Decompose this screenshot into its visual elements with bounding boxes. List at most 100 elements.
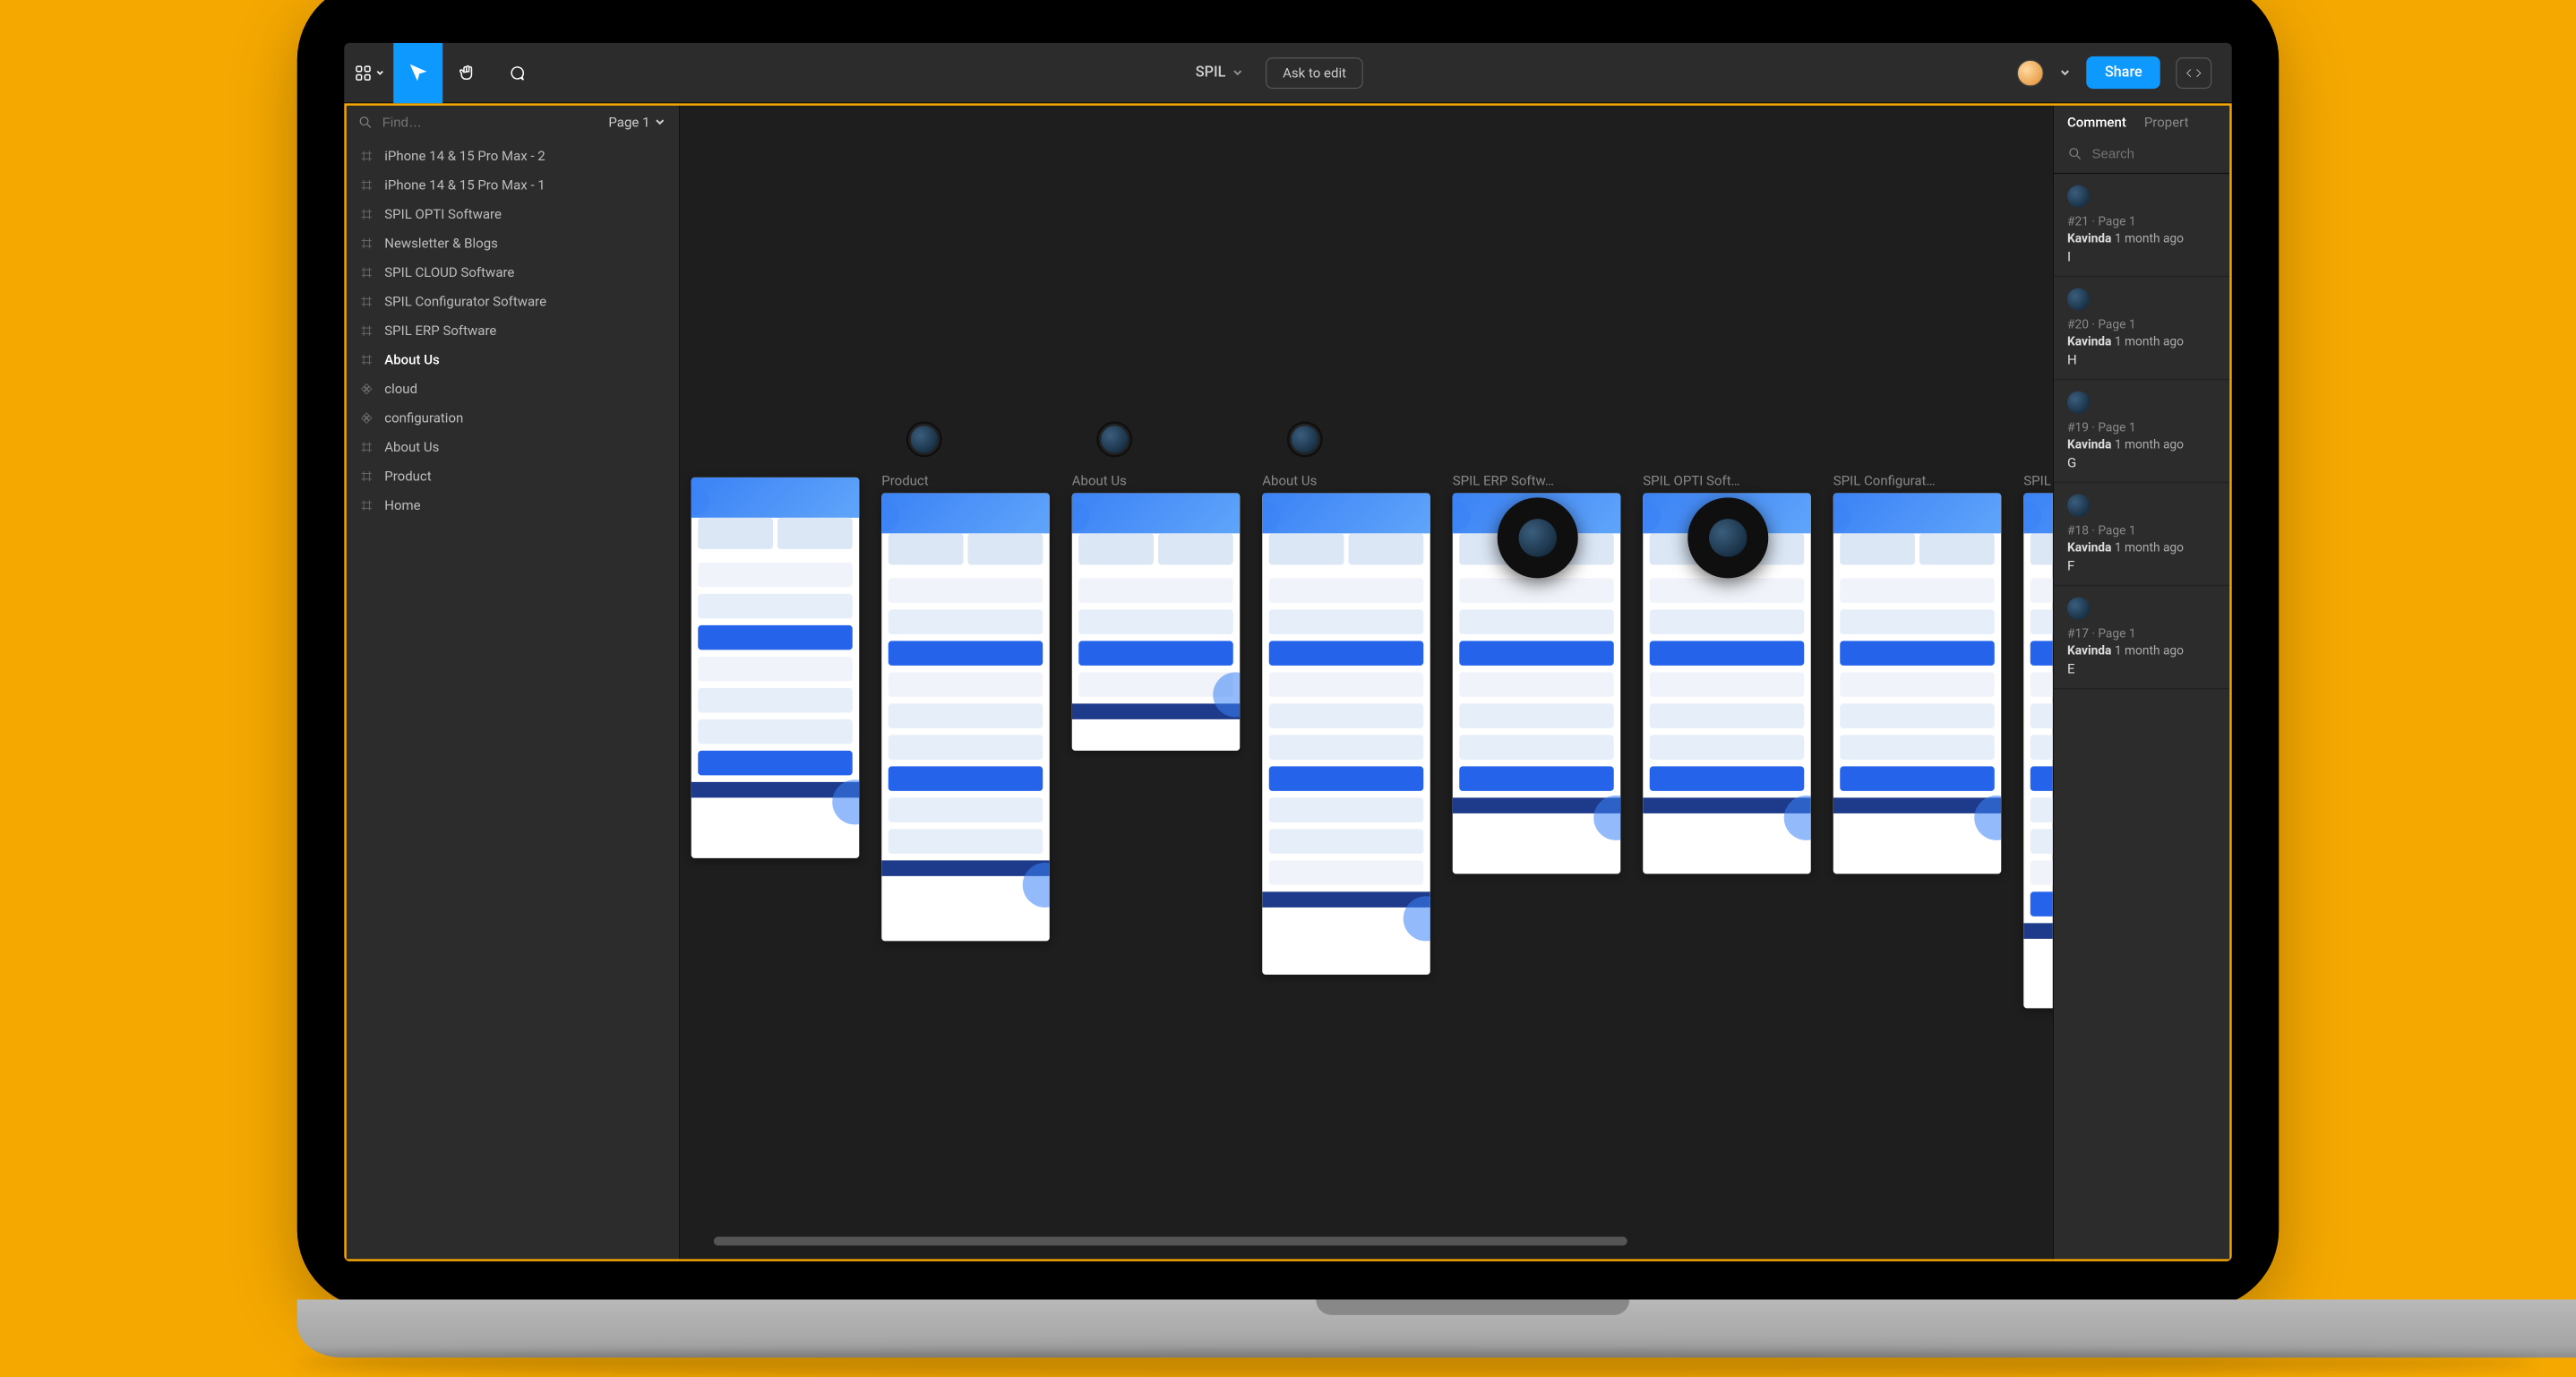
layer-row[interactable]: Home: [344, 490, 679, 520]
canvas-frame[interactable]: About Us: [1072, 472, 1241, 750]
tab-properties[interactable]: Propert: [2144, 114, 2189, 130]
canvas-frame[interactable]: SPIL OPTI Soft…: [1643, 472, 1811, 874]
comment-pin-large[interactable]: [1498, 497, 1578, 578]
comment-body: G: [2067, 454, 2219, 470]
frame-surface[interactable]: [1072, 493, 1241, 751]
comment-meta: #18 · Page 1: [2067, 523, 2219, 538]
layer-row[interactable]: iPhone 14 & 15 Pro Max - 2: [344, 141, 679, 170]
comment-author-line: Kavinda 1 month ago: [2067, 230, 2219, 245]
canvas-frame[interactable]: About Us: [1262, 472, 1430, 974]
layer-name: SPIL OPTI Software: [384, 206, 502, 222]
layer-row[interactable]: cloud: [344, 374, 679, 403]
comment-pin[interactable]: [1099, 423, 1130, 454]
comment-item[interactable]: #21 · Page 1Kavinda 1 month agoI: [2054, 174, 2232, 277]
canvas-frames: Product About Us About Us SPIL ERP Softw… SP…: [691, 472, 2053, 1008]
comment-pin[interactable]: [908, 423, 940, 454]
chevron-down-icon[interactable]: [2060, 66, 2072, 78]
layer-name: SPIL ERP Software: [384, 323, 496, 339]
canvas-frame[interactable]: SPIL Configurat…: [1833, 472, 2002, 874]
layer-row[interactable]: iPhone 14 & 15 Pro Max - 1: [344, 170, 679, 200]
comment-item[interactable]: #17 · Page 1Kavinda 1 month agoE: [2054, 586, 2232, 689]
layer-row[interactable]: About Us: [344, 432, 679, 461]
frame-icon: [360, 207, 374, 220]
comment-avatar: [2067, 288, 2090, 310]
comment-item[interactable]: #18 · Page 1Kavinda 1 month agoF: [2054, 483, 2232, 586]
layer-name: Product: [384, 468, 431, 484]
frame-surface[interactable]: [881, 493, 1050, 941]
frame-label: Product: [881, 472, 928, 488]
frame-surface[interactable]: [1262, 493, 1430, 975]
frame-surface[interactable]: [691, 477, 860, 857]
canvas-frame[interactable]: SPIL ERP Softw…: [1453, 472, 1621, 874]
comment-meta: #21 · Page 1: [2067, 214, 2219, 228]
layer-row[interactable]: About Us: [344, 345, 679, 374]
search-icon: [357, 114, 374, 130]
layer-name: iPhone 14 & 15 Pro Max - 1: [384, 176, 545, 193]
comment-list[interactable]: #21 · Page 1Kavinda 1 month agoI#20 · Pa…: [2054, 174, 2232, 1261]
layer-name: cloud: [384, 381, 417, 397]
frame-surface[interactable]: [2023, 493, 2053, 1008]
comment-item[interactable]: #20 · Page 1Kavinda 1 month agoH: [2054, 277, 2232, 380]
user-avatar[interactable]: [2017, 59, 2044, 86]
layer-search-input[interactable]: [382, 114, 600, 130]
share-button[interactable]: Share: [2087, 56, 2160, 88]
document-title[interactable]: SPIL: [1196, 64, 1244, 81]
frame-surface[interactable]: [1833, 493, 2002, 874]
layer-row[interactable]: SPIL Configurator Software: [344, 287, 679, 316]
app-window: SPIL Ask to edit Share: [344, 42, 2232, 1261]
canvas-frame[interactable]: SPIL CLOUD So…: [2023, 472, 2053, 1008]
comment-meta: #19 · Page 1: [2067, 420, 2219, 435]
hand-tool[interactable]: [442, 42, 492, 102]
frame-label: About Us: [1262, 472, 1317, 488]
frame-icon: [360, 295, 374, 308]
canvas-frame[interactable]: [691, 472, 860, 857]
frame-icon: [360, 265, 374, 279]
layer-name: iPhone 14 & 15 Pro Max - 2: [384, 148, 545, 164]
canvas[interactable]: Product About Us About Us SPIL ERP Softw… SP…: [680, 103, 2053, 1261]
comment-author-line: Kavinda 1 month ago: [2067, 436, 2219, 451]
layer-name: configuration: [384, 409, 463, 426]
move-tool[interactable]: [393, 42, 442, 102]
layer-row[interactable]: Product: [344, 461, 679, 491]
right-panel: Comment Propert #21 · Page 1 Kavinda 1 mo…: [2053, 103, 2232, 1261]
layer-list[interactable]: iPhone 14 & 15 Pro Max - 2 iPhone 14 & 15…: [344, 141, 679, 1261]
layer-row[interactable]: SPIL ERP Software: [344, 315, 679, 345]
comment-pin-large[interactable]: [1687, 497, 1768, 578]
left-panel: Page 1 iPhone 14 & 15 Pro Max - 2iPhone …: [344, 103, 680, 1261]
canvas-frame[interactable]: Product: [881, 472, 1050, 941]
page-selector[interactable]: Page 1: [608, 114, 665, 130]
dev-mode-button[interactable]: [2176, 56, 2211, 88]
scrollbar-thumb[interactable]: [714, 1236, 1627, 1245]
comment-search-input[interactable]: [2092, 145, 2232, 161]
topbar-center: SPIL Ask to edit: [541, 56, 2017, 88]
comment-body: F: [2067, 557, 2219, 573]
topbar-left: [344, 42, 541, 101]
comment-pin[interactable]: [1289, 423, 1320, 454]
page-selector-label: Page 1: [608, 114, 649, 130]
frame-label: SPIL CLOUD So…: [2023, 472, 2053, 488]
comment-item[interactable]: #19 · Page 1Kavinda 1 month ago G: [2054, 380, 2232, 483]
layer-name: SPIL Configurator Software: [384, 293, 546, 309]
ask-to-edit-button[interactable]: Ask to edit: [1266, 56, 1362, 88]
comment-avatar: [2067, 494, 2090, 516]
chevron-down-icon: [655, 116, 666, 128]
figma-menu-button[interactable]: [344, 42, 393, 102]
app-body: Page 1 iPhone 14 & 15 Pro Max - 2iPhone …: [344, 103, 2232, 1261]
frame-icon: [360, 149, 374, 162]
tab-comment[interactable]: Comment: [2067, 114, 2126, 130]
layer-row[interactable]: SPIL OPTI Software: [344, 199, 679, 228]
frame-icon: [360, 323, 374, 337]
layer-row[interactable]: Newsletter & Blogs: [344, 228, 679, 258]
canvas-horizontal-scrollbar[interactable]: [714, 1236, 2020, 1245]
frame-label: SPIL ERP Softw…: [1453, 472, 1554, 488]
laptop-screen-frame: SPIL Ask to edit Share: [297, 0, 2280, 1308]
left-panel-head: Page 1: [344, 103, 679, 142]
comment-body: H: [2067, 351, 2219, 367]
layer-row[interactable]: SPIL CLOUD Software: [344, 257, 679, 287]
layer-row[interactable]: configuration: [344, 403, 679, 433]
document-title-text: SPIL: [1196, 64, 1226, 81]
frame-icon: [360, 353, 374, 366]
comment-tool[interactable]: [492, 42, 541, 102]
layer-name: About Us: [384, 351, 440, 367]
comment-author-line: Kavinda 1 month ago: [2067, 333, 2219, 348]
